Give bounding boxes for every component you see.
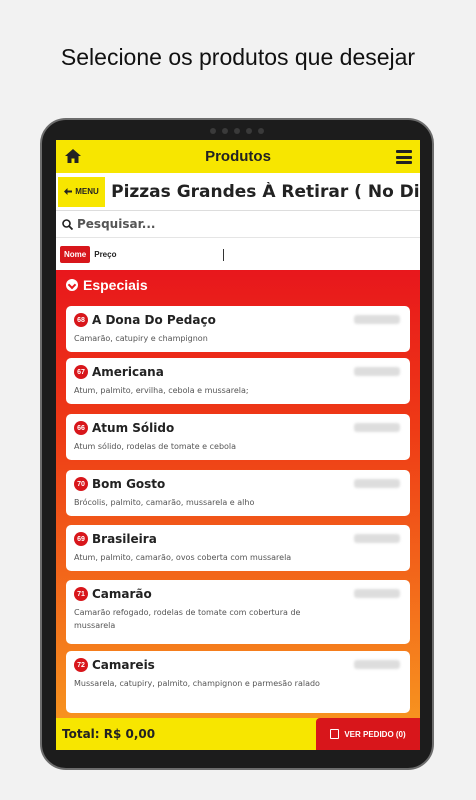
- sort-options: Nome Preço: [56, 238, 420, 272]
- product-card[interactable]: 71 Camarão Camarão refogado, rodelas de …: [66, 580, 410, 644]
- product-description: Mussarela, catupiry, palmito, champignon…: [74, 679, 320, 688]
- product-description: Camarão, catupiry e champignon: [74, 334, 208, 343]
- product-name: Camarão: [92, 587, 152, 601]
- product-price-blurred: [354, 367, 400, 376]
- camera-dots: [210, 128, 264, 134]
- view-order-button[interactable]: VER PEDIDO (0): [316, 718, 420, 750]
- bottom-bar: Total: R$ 0,00 VER PEDIDO (0): [56, 718, 420, 750]
- search-icon: [62, 218, 73, 230]
- product-name: Americana: [92, 365, 164, 379]
- category-header: MENU Pizzas Grandes À Retirar ( No Di...: [56, 173, 420, 211]
- product-code-badge: 70: [74, 477, 88, 491]
- product-code-badge: 67: [74, 365, 88, 379]
- menu-button-label: MENU: [75, 187, 99, 196]
- sort-by-price-button[interactable]: Preço: [94, 250, 116, 259]
- product-code-badge: 72: [74, 658, 88, 672]
- product-price-blurred: [354, 589, 400, 598]
- sort-by-name-button[interactable]: Nome: [60, 246, 91, 263]
- search-input[interactable]: [77, 217, 377, 231]
- product-name: Brasileira: [92, 532, 157, 546]
- shopping-bag-icon: [330, 729, 340, 739]
- product-code-badge: 68: [74, 313, 88, 327]
- product-card[interactable]: 70 Bom Gosto Brócolis, palmito, camarão,…: [66, 470, 410, 516]
- product-code-badge: 66: [74, 421, 88, 435]
- order-total: Total: R$ 0,00: [62, 727, 156, 741]
- text-cursor: [223, 249, 224, 261]
- product-card[interactable]: 68 A Dona Do Pedaço Camarão, catupiry e …: [66, 306, 410, 352]
- product-price-blurred: [354, 423, 400, 432]
- search-bar: [56, 211, 420, 238]
- product-price-blurred: [354, 315, 400, 324]
- hamburger-menu-icon[interactable]: [396, 150, 412, 164]
- product-description: Atum sólido, rodelas de tomate e cebola: [74, 442, 237, 451]
- section-title: Especiais: [83, 277, 148, 293]
- chevron-down-icon: [66, 279, 78, 291]
- app-screen: Produtos MENU Pizzas Grandes À Retirar (…: [56, 140, 420, 750]
- product-price-blurred: [354, 479, 400, 488]
- product-name: Bom Gosto: [92, 477, 166, 491]
- product-code-badge: 71: [74, 587, 88, 601]
- arrow-left-icon: [64, 188, 73, 195]
- product-price-blurred: [354, 534, 400, 543]
- section-especiais-header[interactable]: Especiais: [56, 270, 420, 300]
- product-card[interactable]: 67 Americana Atum, palmito, ervilha, ceb…: [66, 358, 410, 404]
- category-title: Pizzas Grandes À Retirar ( No Di...: [111, 181, 420, 202]
- product-description: Brócolis, palmito, camarão, mussarela e …: [74, 498, 255, 507]
- product-card[interactable]: 69 Brasileira Atum, palmito, camarão, ov…: [66, 525, 410, 571]
- tablet-frame: Produtos MENU Pizzas Grandes À Retirar (…: [40, 118, 434, 770]
- product-description: Atum, palmito, ervilha, cebola e mussare…: [74, 386, 249, 395]
- page-title: Produtos: [205, 148, 271, 165]
- product-description: Camarão refogado, rodelas de tomate com …: [74, 608, 301, 630]
- top-bar: Produtos: [56, 140, 420, 173]
- product-description: Atum, palmito, camarão, ovos coberta com…: [74, 553, 292, 562]
- product-name: Atum Sólido: [92, 421, 175, 435]
- home-icon[interactable]: [64, 148, 82, 164]
- menu-button[interactable]: MENU: [58, 176, 106, 207]
- view-order-label: VER PEDIDO (0): [344, 729, 406, 739]
- product-card[interactable]: 66 Atum Sólido Atum sólido, rodelas de t…: [66, 414, 410, 460]
- page-headline: Selecione os produtos que desejar: [60, 44, 416, 70]
- product-card[interactable]: 72 Camareis Mussarela, catupiry, palmito…: [66, 651, 410, 713]
- product-price-blurred: [354, 660, 400, 669]
- product-name: Camareis: [92, 658, 155, 672]
- product-list: Especiais 68 A Dona Do Pedaço Camarão, c…: [56, 270, 420, 718]
- product-name: A Dona Do Pedaço: [92, 313, 216, 327]
- product-code-badge: 69: [74, 532, 88, 546]
